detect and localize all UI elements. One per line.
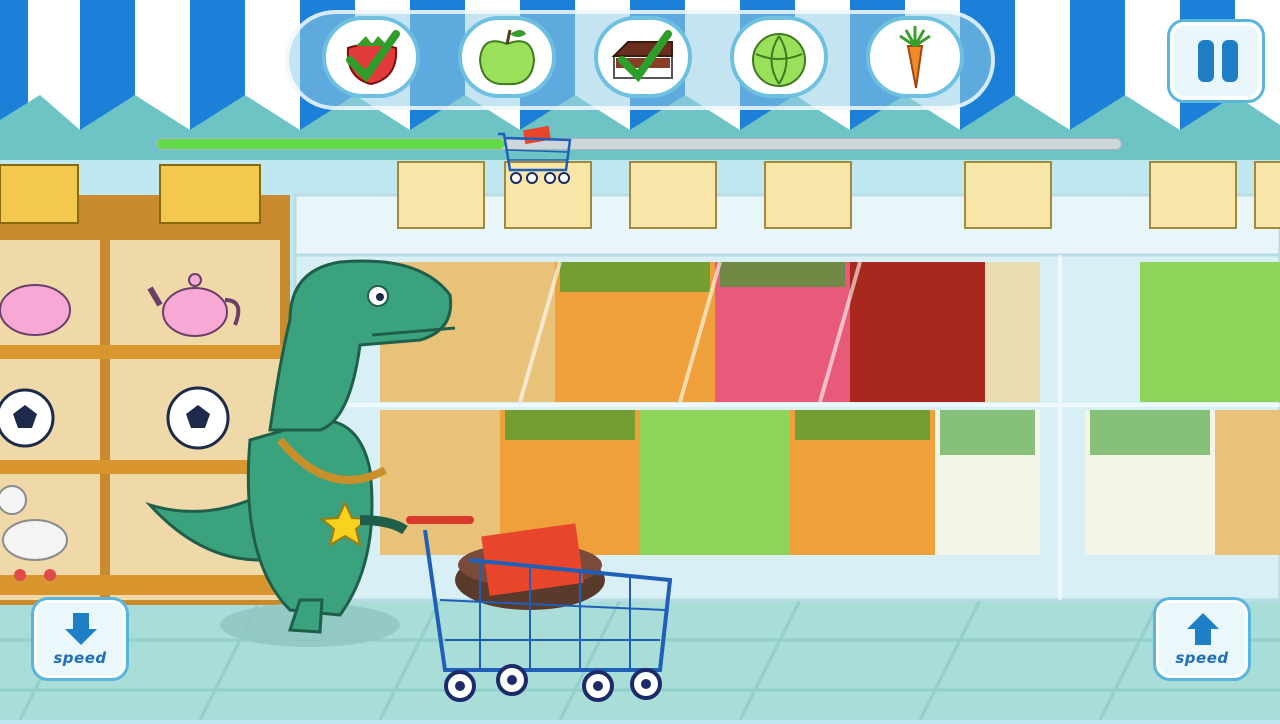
task-strawberry — [322, 16, 420, 98]
task-cabbage — [730, 16, 828, 98]
slow-down-button[interactable]: speed — [34, 600, 126, 678]
green-apple-icon — [478, 29, 536, 86]
speed-up-button[interactable]: speed — [1156, 600, 1248, 678]
speed-up-label: speed — [1175, 649, 1229, 667]
task-cake — [594, 16, 692, 98]
carrot-icon — [899, 26, 931, 89]
progress-fill — [157, 139, 505, 149]
strawberry-icon — [346, 30, 400, 86]
arrow-down-icon — [65, 613, 97, 645]
cake-icon — [611, 30, 673, 83]
cabbage-icon — [752, 33, 806, 87]
pause-button[interactable] — [1170, 22, 1262, 100]
task-carrot — [866, 16, 964, 98]
progress-track — [156, 138, 1122, 150]
slow-down-label: speed — [53, 649, 107, 667]
progress-cart-icon — [497, 126, 572, 184]
produce-display — [293, 161, 1280, 602]
task-apple — [458, 16, 556, 98]
arrow-up-icon — [1187, 613, 1219, 645]
floor — [0, 599, 1280, 721]
